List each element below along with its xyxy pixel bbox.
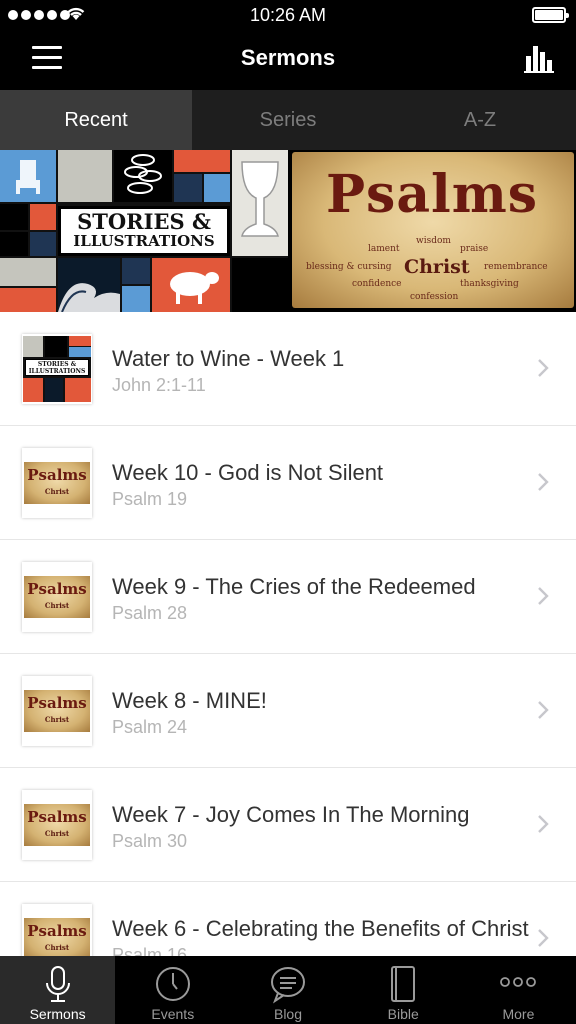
sermon-thumbnail: Psalms Christ [22,904,92,956]
tab-bible[interactable]: Bible [346,956,461,1024]
sermon-title: Week 7 - Joy Comes In The Morning [112,802,470,827]
status-time: 10:26 AM [249,5,327,25]
bar-chart-icon[interactable] [524,44,558,74]
page-title: Sermons [240,45,336,70]
sermon-scripture: John 2:1-11 [112,375,206,395]
chevron-right-icon [538,929,549,947]
tab-label: Blog [273,1006,303,1022]
tab-more[interactable]: More [461,956,576,1024]
list-item[interactable]: Psalms Christ Week 7 - Joy Comes In The M… [0,768,576,882]
chalice-tile [232,150,288,256]
list-item[interactable]: Psalms Christ Week 10 - God is Not Silent… [0,426,576,540]
tab-label: Events [151,1006,195,1022]
sermon-scripture: Psalm 19 [112,489,188,509]
sermon-scripture: Psalm 24 [112,717,188,737]
throne-tile [0,150,56,202]
list-item[interactable]: Psalms Christ Week 6 - Celebrating the Be… [0,882,576,956]
tab-recent[interactable]: Recent [0,90,192,150]
speech-bubble-icon [271,967,305,1004]
tab-label: More [502,1006,535,1022]
sermon-title: Water to Wine - Week 1 [112,346,345,371]
wave-tile [58,258,120,312]
sermon-title: Week 10 - God is Not Silent [112,460,384,485]
chevron-right-icon [538,587,549,605]
sermon-title: Week 6 - Celebrating the Benefits of Chr… [112,916,529,941]
sermon-scripture: Psalm 16 [112,945,188,956]
tab-label: Sermons [29,1006,86,1022]
sermon-thumbnail: Psalms Christ [22,562,92,632]
navigation-bar: Sermons [0,30,576,90]
tab-label: Bible [387,1006,419,1022]
battery-icon [532,7,569,23]
sermon-filter-tabs: Recent Series A-Z [0,90,576,150]
sermon-title: Week 9 - The Cries of the Redeemed [112,574,476,599]
sermon-list: STORIES & ILLUSTRATIONS Water to Wine - W… [0,312,576,956]
sermon-title: Week 8 - MINE! [112,688,267,713]
clock-icon [155,967,190,1001]
tab-blog[interactable]: Blog [230,956,345,1024]
sermon-scripture: Psalm 30 [112,831,188,851]
tab-series[interactable]: Series [192,90,384,150]
tab-events[interactable]: Events [115,956,230,1024]
list-item[interactable]: STORIES & ILLUSTRATIONS Water to Wine - W… [0,312,576,426]
status-bar: 10:26 AM [0,0,576,30]
psalms-artwork[interactable]: Psalms lament wisdom praise blessing & c… [288,150,576,312]
chevron-right-icon [538,815,549,833]
psalms-title: Psalms [325,164,539,225]
list-item[interactable]: Psalms Christ Week 9 - The Cries of the R… [0,540,576,654]
sermon-scripture: Psalm 28 [112,603,188,623]
sermon-thumbnail: Psalms Christ [22,448,92,518]
sermon-thumbnail: Psalms Christ [22,676,92,746]
bottom-tab-bar: Sermons Events Blog Bible More [0,956,576,1024]
tab-sermons[interactable]: Sermons [0,956,116,1024]
more-dots-icon [500,977,537,987]
coins-tile [114,150,172,202]
list-item[interactable]: Psalms Christ Week 8 - MINE! Psalm 24 [0,654,576,768]
series-banner[interactable]: STORIES & ILLUSTRATIONS Psalms lament wi… [0,150,576,312]
sermon-thumbnail: Psalms Christ [22,790,92,860]
sermon-thumbnail: STORIES & ILLUSTRATIONS [22,334,92,404]
stories-illustrations-label: STORIES & ILLUSTRATIONS [58,206,230,256]
sheep-tile [152,258,230,312]
book-icon [391,966,416,1002]
chevron-right-icon [538,359,549,377]
chevron-right-icon [538,473,549,491]
microphone-icon [45,966,70,1002]
stories-illustrations-artwork[interactable]: STORIES & ILLUSTRATIONS [0,150,288,312]
tab-a-z[interactable]: A-Z [384,90,576,150]
chevron-right-icon [538,701,549,719]
